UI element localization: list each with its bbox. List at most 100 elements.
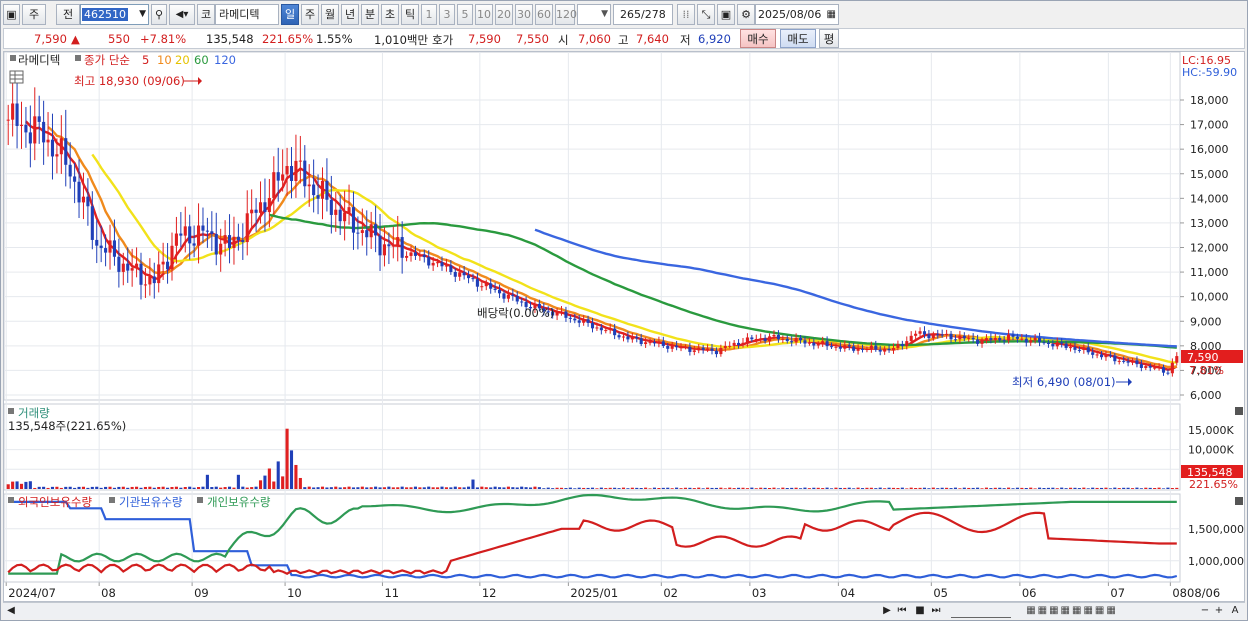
candle-body xyxy=(86,196,90,207)
interval-60-button[interactable]: 60 xyxy=(535,4,553,25)
interval-10-button[interactable]: 10 xyxy=(475,4,493,25)
candle-body xyxy=(161,261,165,265)
tab-period-minute[interactable]: 분 xyxy=(361,4,379,25)
table-icon[interactable] xyxy=(9,70,24,84)
ask-price: 7,590 xyxy=(468,32,501,46)
candle-body xyxy=(467,275,471,279)
volume-bar xyxy=(1175,487,1179,489)
candle-body xyxy=(365,230,369,238)
tab-period-month[interactable]: 월 xyxy=(321,4,339,25)
volume-bar xyxy=(19,483,24,489)
volume-bar xyxy=(152,487,156,489)
search-icon[interactable]: ⚲ xyxy=(151,4,167,25)
volume-bar xyxy=(608,487,612,489)
gear-icon[interactable]: ⚙ xyxy=(737,4,755,25)
volume-panel-close-icon[interactable] xyxy=(1235,407,1243,415)
chart-area[interactable]: 라메디텍 종가 단순 5 10 20 60 120 최고 18,930 (09/… xyxy=(3,51,1245,602)
crosshair-icon[interactable]: ⤡ xyxy=(697,4,715,25)
open-price: 7,060 xyxy=(578,32,611,46)
candle-body xyxy=(1148,366,1152,368)
date-field[interactable]: 2025/08/06 ▦ xyxy=(755,4,839,25)
code-input[interactable]: 462510 ▼ xyxy=(80,4,149,25)
stop-icon[interactable]: ■ xyxy=(913,604,927,618)
holding-tick-label: 1,000,000 xyxy=(1188,555,1244,568)
buy-button[interactable]: 매수 xyxy=(740,29,776,48)
candle-body xyxy=(692,350,696,352)
interval-5-button[interactable]: 5 xyxy=(457,4,473,25)
candle-body xyxy=(143,284,147,286)
interval-20-button[interactable]: 20 xyxy=(495,4,513,25)
candle-body xyxy=(117,256,121,272)
grid-icon[interactable]: ⁞⁞ xyxy=(677,4,695,25)
candle-body xyxy=(236,236,240,241)
volume-bar xyxy=(493,486,497,489)
candle-body xyxy=(166,261,170,270)
candle-body xyxy=(46,139,50,143)
candle-body xyxy=(679,347,683,349)
range-select[interactable]: 전 xyxy=(56,4,80,25)
chart-scrollbar[interactable]: ◀ ▶ ⏮ ■ ⏭ ▦▦▦▦▦▦▦▦ − + A xyxy=(3,602,1245,619)
volume-bar xyxy=(254,486,258,489)
chevron-down-icon[interactable]: ▼ xyxy=(139,5,146,24)
sell-button[interactable]: 매도 xyxy=(780,29,816,48)
count-total: /278 xyxy=(641,8,666,21)
count-field[interactable]: 265/278 xyxy=(613,4,673,25)
auto-scale-icon[interactable]: A xyxy=(1229,604,1241,618)
volume-bar xyxy=(453,486,457,489)
interval-custom-select[interactable]: ▼ xyxy=(577,4,611,25)
tab-period-year[interactable]: 년 xyxy=(341,4,359,25)
volume-bar xyxy=(312,487,316,489)
window-menu-icon[interactable]: ▣ xyxy=(3,4,20,25)
volume-bar xyxy=(714,487,718,489)
interval-3-button[interactable]: 3 xyxy=(439,4,455,25)
volume-bar xyxy=(984,487,989,489)
volume-bar xyxy=(1038,487,1042,489)
date-tick-label: 08 xyxy=(1172,586,1187,600)
volume-bar xyxy=(374,486,378,489)
zoom-in-icon[interactable]: + xyxy=(1213,604,1225,618)
candle-body xyxy=(316,195,320,199)
volume-bar xyxy=(732,488,736,489)
tab-period-tick[interactable]: 틱 xyxy=(401,4,419,25)
volume-bar xyxy=(528,487,533,489)
candle-body xyxy=(1042,342,1046,344)
stock-chart-svg[interactable]: 라메디텍 종가 단순 5 10 20 60 120 최고 18,930 (09/… xyxy=(3,51,1244,601)
candle-body xyxy=(1077,349,1081,351)
tab-period-day[interactable]: 일 xyxy=(281,4,299,25)
candle-body xyxy=(99,245,103,249)
stock-name-field[interactable]: 라메디텍 xyxy=(215,4,279,25)
zoom-slider[interactable] xyxy=(951,604,1011,618)
interval-1-button[interactable]: 1 xyxy=(421,4,437,25)
calendar-icon[interactable]: ▦ xyxy=(827,5,836,24)
candle-body xyxy=(980,340,984,344)
candle-body xyxy=(1064,343,1068,348)
volume-bar xyxy=(515,487,519,489)
date-tick-label: 02 xyxy=(663,586,678,600)
interval-120-button[interactable]: 120 xyxy=(555,4,577,25)
tab-period-week[interactable]: 주 xyxy=(301,4,319,25)
volume-bar xyxy=(188,486,192,489)
candle-body xyxy=(852,346,856,351)
tab-period-second[interactable]: 초 xyxy=(381,4,399,25)
volume-bar xyxy=(604,488,608,489)
holding-panel-close-icon[interactable] xyxy=(1235,497,1243,505)
market-select[interactable]: 주 xyxy=(22,4,46,25)
first-page-icon[interactable]: ⏮ xyxy=(895,604,909,618)
volume-bar xyxy=(706,487,710,489)
save-icon[interactable]: ▣ xyxy=(717,4,735,25)
scroll-left-icon[interactable]: ◀ xyxy=(5,604,17,618)
candle-body xyxy=(644,342,648,345)
candle-body xyxy=(1122,360,1126,362)
scroll-right-icon[interactable]: ▶ xyxy=(881,604,893,618)
zoom-out-icon[interactable]: − xyxy=(1199,604,1211,618)
interval-30-button[interactable]: 30 xyxy=(515,4,533,25)
candle-body xyxy=(135,263,139,269)
period-grid-icon[interactable]: ▦▦▦▦▦▦▦▦ xyxy=(1017,604,1127,618)
ma-legend-20: 20 xyxy=(175,53,190,67)
price-tick-label: 17,000 xyxy=(1190,119,1229,132)
sound-icon[interactable]: ◀▾ xyxy=(169,4,195,25)
avg-button[interactable]: 평 xyxy=(819,29,839,48)
next-page-icon[interactable]: ⏭ xyxy=(929,604,943,618)
volume-bar xyxy=(511,487,515,489)
candle-body xyxy=(1091,352,1095,355)
